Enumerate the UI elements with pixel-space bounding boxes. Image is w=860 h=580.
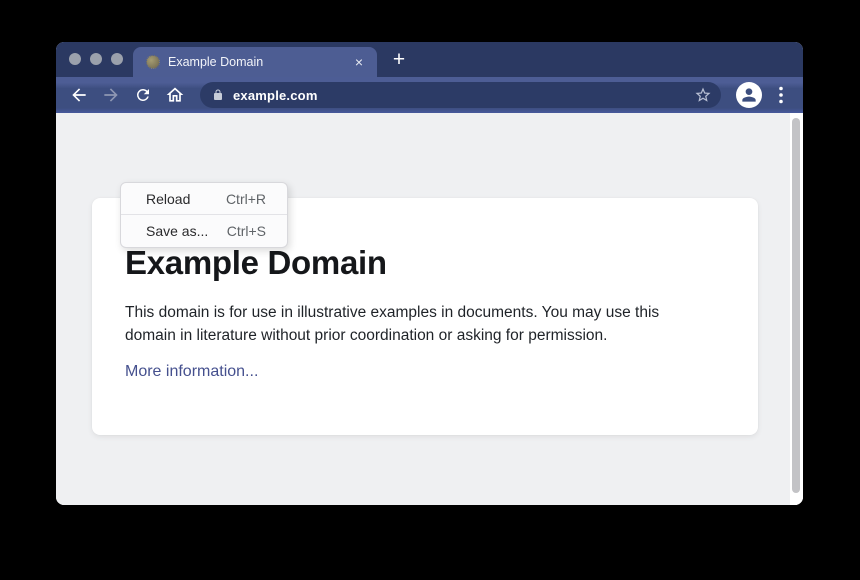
browser-menu-button[interactable] xyxy=(771,82,791,108)
url-text: example.com xyxy=(233,88,694,103)
page-title: Example Domain xyxy=(125,244,725,282)
reload-icon xyxy=(134,86,152,104)
context-menu: Reload Ctrl+R Save as... Ctrl+S xyxy=(120,182,288,248)
home-button[interactable] xyxy=(162,82,188,108)
tab-strip: Example Domain × + xyxy=(56,42,803,77)
menu-item-shortcut: Ctrl+S xyxy=(227,223,266,239)
maximize-window-button[interactable] xyxy=(111,53,123,65)
reload-button[interactable] xyxy=(130,82,156,108)
address-bar[interactable]: example.com xyxy=(200,82,721,108)
bookmark-star-icon[interactable] xyxy=(694,86,712,104)
close-window-button[interactable] xyxy=(69,53,81,65)
tab-title: Example Domain xyxy=(168,55,351,69)
browser-window: Example Domain × + xyxy=(56,42,803,505)
context-menu-item-save-as[interactable]: Save as... Ctrl+S xyxy=(121,215,287,247)
scrollbar-thumb[interactable] xyxy=(792,118,800,493)
back-arrow-icon xyxy=(69,85,89,105)
home-icon xyxy=(165,85,185,105)
scrollbar-track[interactable] xyxy=(790,113,803,505)
forward-button[interactable] xyxy=(98,82,124,108)
menu-item-label: Reload xyxy=(146,191,190,207)
tab-close-icon[interactable]: × xyxy=(351,53,367,71)
menu-item-label: Save as... xyxy=(146,223,208,239)
minimize-window-button[interactable] xyxy=(90,53,102,65)
window-controls xyxy=(69,53,123,65)
vertical-dots-icon xyxy=(779,86,783,104)
forward-arrow-icon xyxy=(101,85,121,105)
page-body-text: This domain is for use in illustrative e… xyxy=(125,302,713,347)
favicon-globe-icon xyxy=(146,55,160,69)
person-icon xyxy=(739,85,759,105)
more-information-link[interactable]: More information... xyxy=(125,363,258,381)
profile-avatar-button[interactable] xyxy=(736,82,762,108)
context-menu-item-reload[interactable]: Reload Ctrl+R xyxy=(121,183,287,215)
page-viewport: Example Domain This domain is for use in… xyxy=(56,113,803,505)
tab-example-domain[interactable]: Example Domain × xyxy=(133,47,377,77)
back-button[interactable] xyxy=(66,82,92,108)
new-tab-button[interactable]: + xyxy=(386,47,412,73)
lock-icon xyxy=(212,89,224,101)
browser-toolbar: example.com xyxy=(56,77,803,113)
menu-item-shortcut: Ctrl+R xyxy=(226,191,266,207)
